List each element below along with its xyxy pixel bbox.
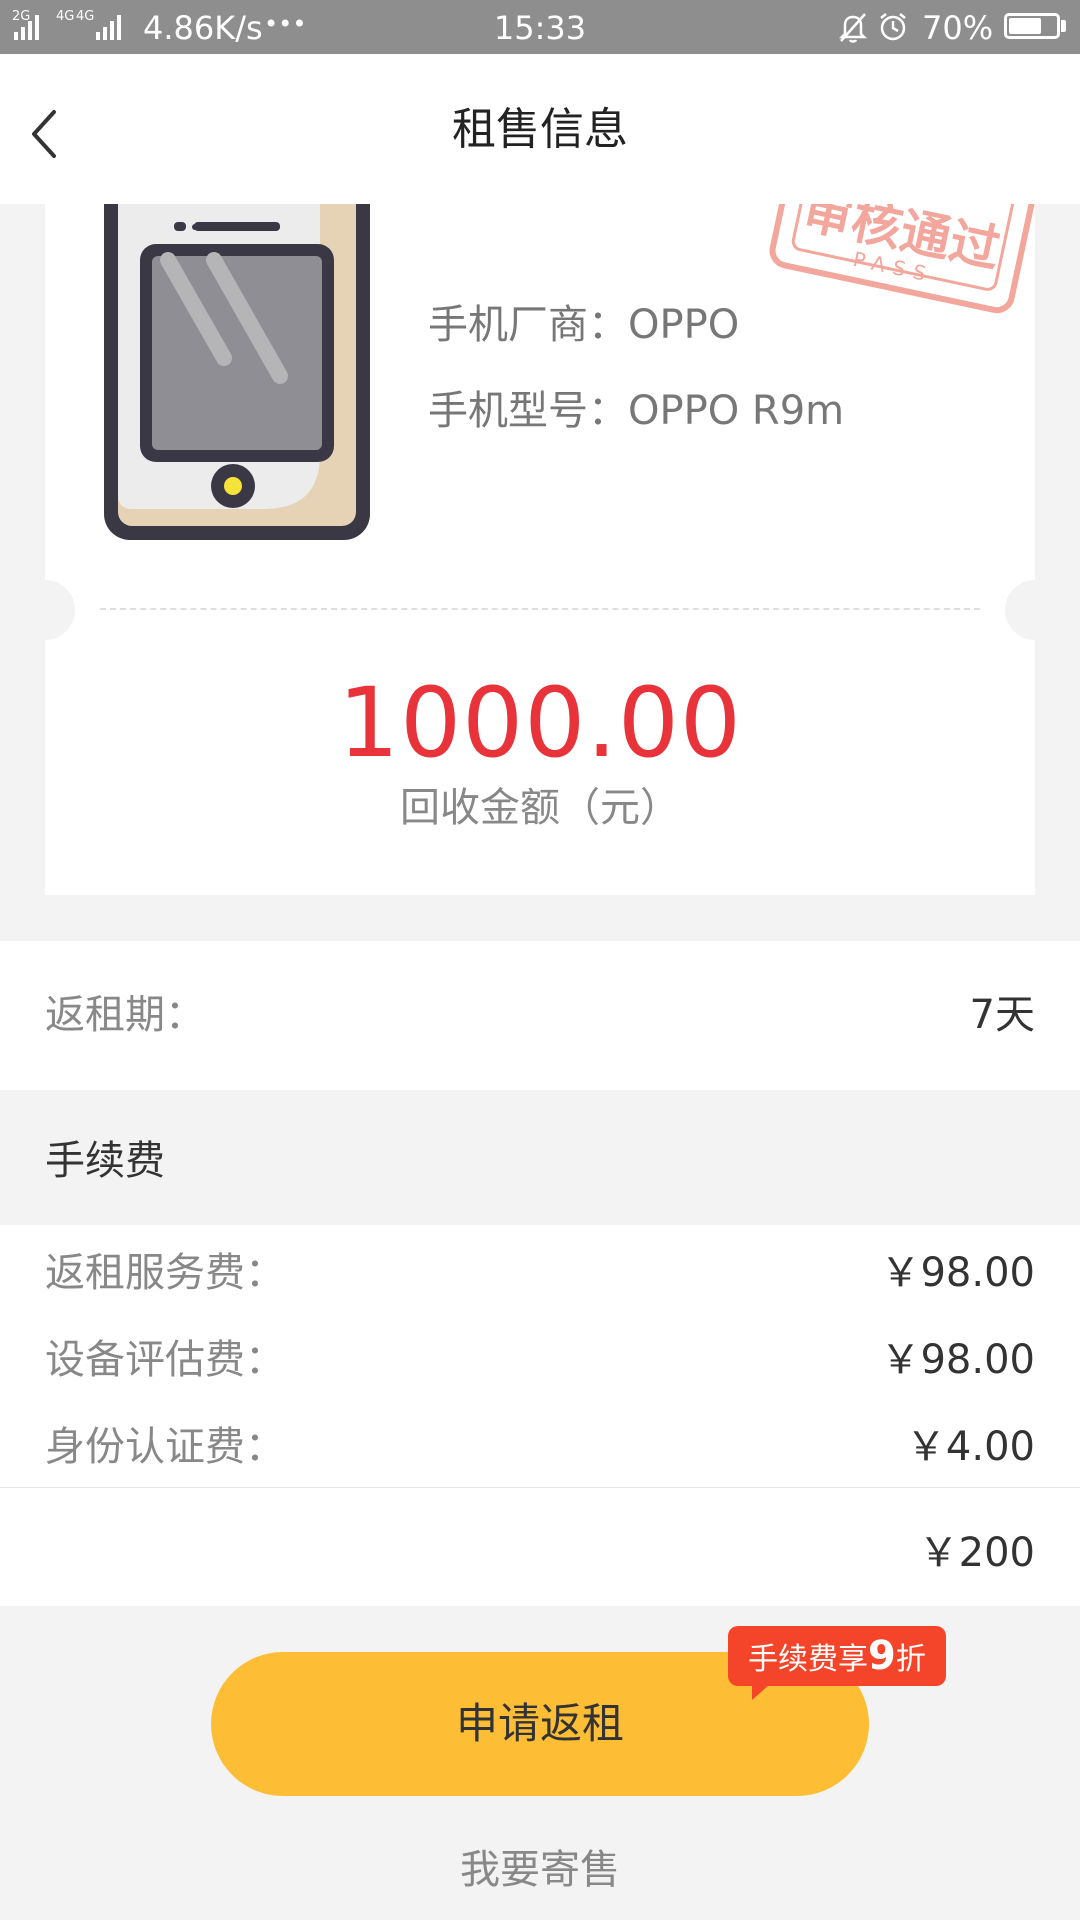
discount-badge: 手续费享9折 bbox=[728, 1626, 946, 1686]
battery-tip bbox=[1061, 20, 1066, 32]
fees-title: 手续费 bbox=[45, 1138, 165, 1184]
fees-list: 返租服务费： ￥98.00 设备评估费： ￥98.00 身份认证费： ￥4.00… bbox=[0, 1225, 1080, 1606]
model-row: 手机型号：OPPO R9m bbox=[428, 386, 844, 436]
fee-total: ￥200 bbox=[918, 1530, 1035, 1576]
approved-stamp: 审核通过 PASS bbox=[760, 204, 1060, 324]
battery-percent: 70% bbox=[922, 9, 994, 47]
recycle-amount: 1000.00 bbox=[338, 667, 742, 779]
bell-muted-icon bbox=[838, 13, 868, 43]
dashed-divider bbox=[100, 608, 980, 610]
status-time: 15:33 bbox=[493, 9, 587, 47]
card-notch-left bbox=[15, 580, 75, 640]
nav-header: 租售信息 bbox=[0, 54, 1080, 204]
alarm-icon bbox=[880, 13, 906, 41]
fee-label-identity: 身份认证费： bbox=[45, 1424, 285, 1470]
page-title: 租售信息 bbox=[452, 104, 628, 155]
battery-icon bbox=[1004, 13, 1060, 39]
phone-illustration bbox=[104, 204, 370, 540]
model-label: 手机型号： bbox=[428, 388, 628, 434]
fee-value-service: ￥98.00 bbox=[880, 1250, 1035, 1296]
card-notch-right bbox=[1005, 580, 1065, 640]
badge-tail bbox=[752, 1684, 770, 1700]
fees-separator bbox=[0, 1487, 1080, 1488]
status-bar: 2G 4G 4G 4.86K/s ••• 15:33 70% bbox=[0, 0, 1080, 54]
vendor-value: OPPO bbox=[628, 302, 740, 348]
badge-number: 9 bbox=[868, 1633, 896, 1679]
fee-value-evaluation: ￥98.00 bbox=[880, 1337, 1035, 1383]
card-divider-strip bbox=[45, 580, 1035, 640]
vendor-label: 手机厂商： bbox=[428, 302, 628, 348]
battery-fill bbox=[1009, 18, 1041, 34]
recycle-amount-label: 回收金额（元） bbox=[400, 785, 680, 831]
fee-value-identity: ￥4.00 bbox=[905, 1424, 1035, 1470]
rent-period-row: 返租期： 7天 bbox=[0, 941, 1080, 1090]
phone-icon bbox=[104, 204, 370, 540]
badge-prefix: 手续费享 bbox=[748, 1642, 868, 1677]
badge-suffix: 折 bbox=[895, 1642, 926, 1677]
fee-label-evaluation: 设备评估费： bbox=[45, 1337, 285, 1383]
model-value: OPPO R9m bbox=[628, 388, 845, 434]
sell-link[interactable]: 我要寄售 bbox=[0, 1844, 1080, 1896]
rent-period-value: 7天 bbox=[969, 992, 1035, 1038]
vendor-row: 手机厂商：OPPO bbox=[428, 300, 739, 350]
stamp-border: 审核通过 PASS bbox=[766, 204, 1040, 317]
rent-period-label: 返租期： bbox=[45, 992, 205, 1038]
fee-label-service: 返租服务费： bbox=[45, 1250, 285, 1296]
